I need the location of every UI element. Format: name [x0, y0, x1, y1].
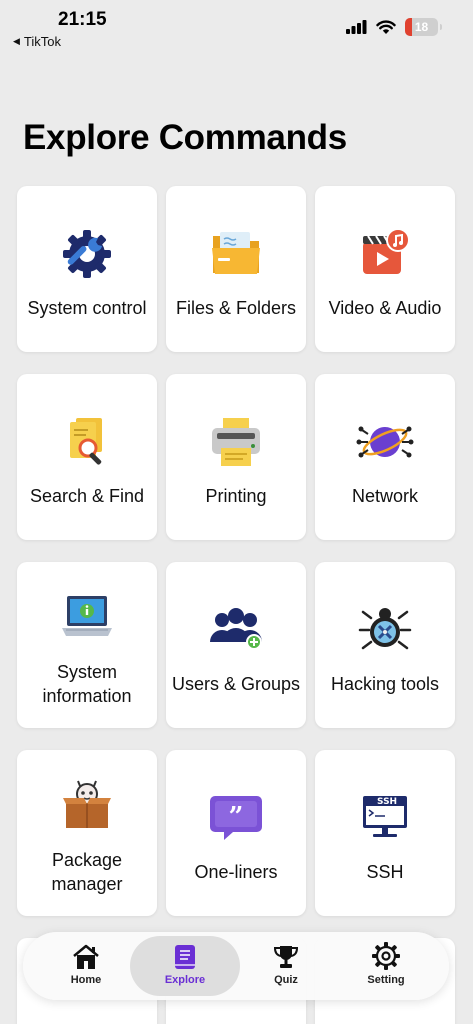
- bottom-tab-bar: Home Explore Quiz Setting: [23, 932, 449, 1000]
- globe-network-icon: [356, 426, 414, 458]
- tile-label: Network: [351, 486, 418, 506]
- status-time: 21:15: [58, 9, 107, 30]
- settings-gear-icon: [372, 942, 400, 970]
- tile-package-manager[interactable]: Package manager: [17, 750, 157, 916]
- tile-files-folders[interactable]: Files & Folders: [166, 186, 306, 352]
- cellular-signal-icon: [346, 20, 367, 34]
- tab-home[interactable]: Home: [31, 936, 141, 996]
- tile-label: Users & Groups: [171, 674, 301, 694]
- tile-hacking-tools[interactable]: Hacking tools: [315, 562, 455, 728]
- tile-label: Printing: [205, 486, 267, 506]
- tile-label: Search & Find: [29, 486, 145, 506]
- gear-wrench-icon: [63, 230, 111, 278]
- home-icon: [73, 944, 99, 969]
- tile-label: One-liners: [194, 862, 278, 882]
- search-document-icon: [70, 418, 102, 465]
- tile-network[interactable]: Network: [315, 374, 455, 540]
- tile-label: Video & Audio: [328, 298, 442, 318]
- tile-label: Files & Folders: [175, 298, 297, 318]
- laptop-info-icon: [62, 596, 112, 636]
- tab-quiz[interactable]: Quiz: [231, 936, 341, 996]
- tile-search-find[interactable]: Search & Find: [17, 374, 157, 540]
- tile-ssh[interactable]: SSH SSH: [315, 750, 455, 916]
- wifi-icon: [376, 19, 396, 34]
- quote-bubble-icon: ”: [210, 796, 262, 840]
- tile-label: SSH: [366, 862, 404, 882]
- tab-label: Quiz: [274, 974, 298, 986]
- tile-label: System control: [27, 298, 147, 318]
- trophy-icon: [273, 946, 299, 968]
- package-icon: [63, 780, 111, 828]
- tile-one-liners[interactable]: ” One-liners: [166, 750, 306, 916]
- tile-system-information[interactable]: System information: [17, 562, 157, 728]
- book-icon: [175, 945, 195, 969]
- tile-video-audio[interactable]: Video & Audio: [315, 186, 455, 352]
- back-to-app-link[interactable]: ◀ TikTok: [13, 34, 61, 49]
- tile-printing[interactable]: Printing: [166, 374, 306, 540]
- tab-setting[interactable]: Setting: [331, 936, 441, 996]
- tile-label: Package manager: [51, 850, 123, 894]
- battery-icon: 18: [405, 18, 442, 36]
- command-grid: System control Files & Folders Video & A…: [17, 186, 457, 1024]
- tile-users-groups[interactable]: Users & Groups: [166, 562, 306, 728]
- folder-icon: [212, 232, 260, 274]
- page-title: Explore Commands: [23, 118, 347, 157]
- printer-icon: [212, 418, 260, 466]
- tile-label: Hacking tools: [330, 674, 440, 694]
- tab-explore[interactable]: Explore: [130, 936, 240, 996]
- tab-label: Home: [70, 974, 102, 986]
- battery-level: 18: [414, 20, 429, 34]
- svg-text:SSH: SSH: [377, 797, 397, 807]
- bug-tools-icon: [358, 608, 412, 650]
- video-audio-icon: [363, 228, 410, 274]
- users-group-icon: [210, 608, 262, 650]
- tile-system-control[interactable]: System control: [17, 186, 157, 352]
- status-icons: 18: [346, 18, 442, 36]
- status-bar: 21:15 ◀ TikTok 18: [0, 0, 473, 52]
- back-app-label: TikTok: [23, 34, 61, 49]
- ssh-terminal-icon: SSH: [363, 796, 407, 837]
- svg-text:”: ”: [229, 802, 244, 832]
- tile-label: System information: [42, 662, 132, 706]
- back-arrow-icon: ◀: [13, 36, 20, 46]
- tab-label: Setting: [367, 974, 405, 986]
- tab-label: Explore: [164, 974, 206, 986]
